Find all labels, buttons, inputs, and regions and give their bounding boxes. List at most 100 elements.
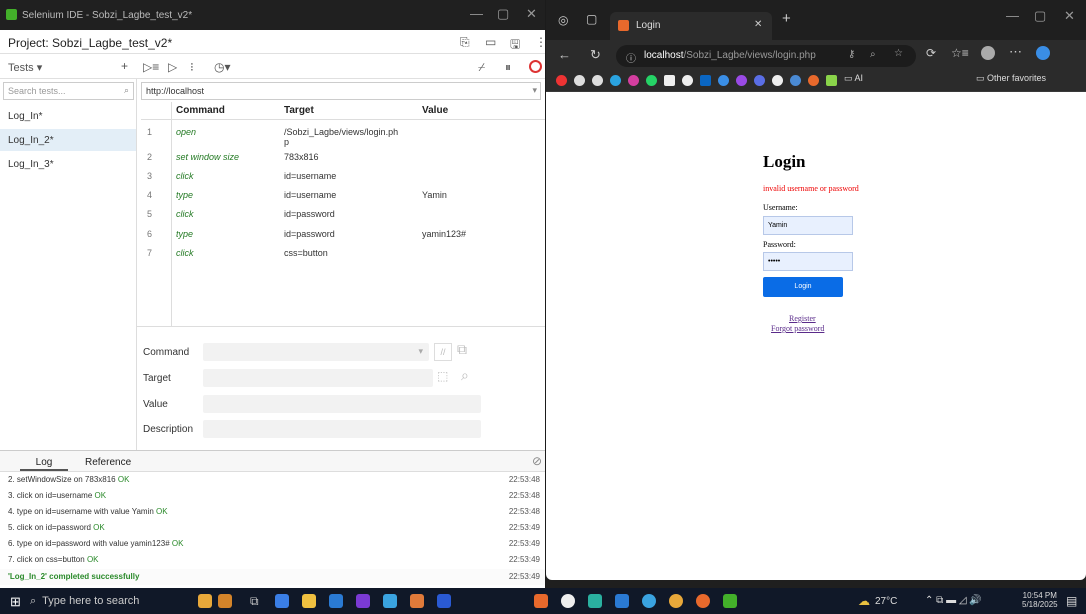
disable-breakpoints-icon[interactable]: ⌿: [478, 60, 485, 75]
windows-start-icon[interactable]: ⊞: [10, 594, 21, 610]
clear-log-icon[interactable]: ⊘: [532, 454, 542, 468]
test-item-log-in-3[interactable]: Log_In_3*: [0, 153, 136, 175]
project-name[interactable]: Project: Sobzi_Lagbe_test_v2*: [8, 36, 172, 50]
refresh-icon[interactable]: ↻: [590, 47, 601, 63]
table-row[interactable]: 1 open /Sobzi_Lagbe/views/login.ph p: [141, 124, 545, 148]
key-icon[interactable]: ⚷: [848, 49, 855, 60]
chrome-icon[interactable]: [669, 594, 683, 608]
widget-icon[interactable]: [198, 594, 212, 608]
selenium-taskbar-icon[interactable]: [723, 594, 737, 608]
notification-icon[interactable]: ▤: [1066, 594, 1077, 608]
new-project-icon[interactable]: ⎘: [460, 35, 470, 50]
google-2-icon[interactable]: [592, 75, 603, 86]
login-button[interactable]: Login: [763, 277, 843, 297]
table-row[interactable]: 3 click id=username: [141, 171, 545, 189]
value-input[interactable]: [203, 395, 481, 413]
system-tray-icons[interactable]: ⌃ ⧉ ▬ ◿ 🔊: [925, 595, 982, 606]
vscode-icon[interactable]: [615, 594, 629, 608]
app-3-icon[interactable]: [534, 594, 548, 608]
telegram-icon[interactable]: [610, 75, 621, 86]
username-input[interactable]: Yamin: [763, 216, 853, 235]
open-reference-icon[interactable]: ⧉: [457, 341, 477, 361]
task-view-icon[interactable]: ⧉: [250, 594, 259, 609]
forgot-password-link[interactable]: Forgot password: [771, 324, 824, 333]
favorites-icon[interactable]: ☆≡: [951, 46, 969, 60]
add-test-icon[interactable]: +: [121, 59, 128, 73]
firefox-icon[interactable]: [696, 594, 710, 608]
tab-reference[interactable]: Reference: [85, 457, 131, 468]
test-item-log-in-2[interactable]: Log_In_2*: [0, 129, 136, 151]
speed-icon[interactable]: ◷▾: [214, 60, 231, 74]
save-project-icon[interactable]: 🖫: [510, 35, 520, 56]
search-tests-input[interactable]: Search tests... ⌕: [3, 82, 134, 100]
folder-ai[interactable]: ▭ AI: [844, 73, 863, 84]
new-tab-icon[interactable]: +: [782, 10, 791, 27]
bookmark-4-icon[interactable]: [790, 75, 801, 86]
more-icon[interactable]: ⋮: [535, 35, 545, 49]
edge-icon[interactable]: [642, 594, 656, 608]
app-icon[interactable]: [383, 594, 397, 608]
word-icon[interactable]: [437, 594, 451, 608]
site-info-icon[interactable]: ⓘ: [626, 50, 636, 65]
register-link[interactable]: Register: [789, 314, 816, 323]
run-all-icon[interactable]: ▷≡: [143, 60, 159, 74]
zoom-icon[interactable]: ⌕: [870, 49, 876, 60]
linkedin-icon[interactable]: [700, 75, 711, 86]
url-input[interactable]: ⓘ localhost/Sobzi_Lagbe/views/login.php …: [616, 45, 916, 67]
table-row[interactable]: 5 click id=password: [141, 209, 545, 227]
password-input[interactable]: •••••: [763, 252, 853, 271]
table-row[interactable]: 7 click css=button: [141, 248, 545, 266]
extensions-icon[interactable]: ⟳: [926, 46, 936, 60]
instagram-icon[interactable]: [628, 75, 639, 86]
minimize-icon[interactable]: —: [1006, 8, 1019, 23]
chatgpt-icon[interactable]: [772, 75, 783, 86]
maximize-icon[interactable]: ▢: [497, 6, 509, 22]
app-2-icon[interactable]: [410, 594, 424, 608]
minimize-icon[interactable]: —: [470, 6, 483, 21]
play-icon[interactable]: [808, 75, 819, 86]
more-icon[interactable]: ⋯: [1009, 44, 1022, 60]
tests-dropdown[interactable]: Tests ▾: [8, 61, 42, 74]
close-icon[interactable]: ✕: [526, 6, 537, 22]
bookmark-2-icon[interactable]: [736, 75, 747, 86]
app-5-icon[interactable]: [588, 594, 602, 608]
bookmark-3-icon[interactable]: [754, 75, 765, 86]
record-icon[interactable]: [529, 60, 542, 73]
base-url-input[interactable]: http://localhost ▾: [141, 82, 541, 100]
youtube-icon[interactable]: [556, 75, 567, 86]
copilot-icon[interactable]: [1036, 46, 1050, 60]
table-row[interactable]: 6 type id=password yamin123#: [141, 229, 545, 247]
bookmark-icon[interactable]: [718, 75, 729, 86]
visual-studio-icon[interactable]: [356, 594, 370, 608]
avatar[interactable]: [981, 46, 995, 60]
comment-icon[interactable]: //: [434, 343, 452, 361]
step-icon[interactable]: ⁝: [190, 60, 194, 74]
x-icon[interactable]: [664, 75, 675, 86]
weather-temp[interactable]: 27°C: [875, 596, 897, 607]
close-icon[interactable]: ✕: [1064, 8, 1075, 24]
favorite-star-icon[interactable]: ☆: [894, 48, 903, 59]
close-tab-icon[interactable]: ✕: [754, 19, 762, 30]
maximize-icon[interactable]: ▢: [1034, 8, 1046, 24]
edge-taskbar-icon[interactable]: [275, 594, 289, 608]
github-icon[interactable]: [682, 75, 693, 86]
pause-exceptions-icon[interactable]: ⏸: [505, 60, 511, 75]
tab-log[interactable]: Log: [20, 453, 68, 471]
news-icon[interactable]: [218, 594, 232, 608]
clock[interactable]: 10:54 PM 5/18/2025: [1022, 591, 1058, 609]
tab-actions-icon[interactable]: ▢: [586, 12, 597, 26]
app-4-icon[interactable]: [561, 594, 575, 608]
select-target-icon[interactable]: ⬚: [437, 369, 448, 383]
tab-login[interactable]: Login ✕: [610, 12, 772, 40]
find-target-icon[interactable]: ⌕: [461, 367, 469, 384]
open-project-icon[interactable]: ▭: [485, 35, 496, 49]
outlook-icon[interactable]: [329, 594, 343, 608]
file-explorer-icon[interactable]: [302, 594, 316, 608]
run-test-icon[interactable]: ▷: [168, 60, 177, 74]
google-icon[interactable]: [574, 75, 585, 86]
table-row[interactable]: 2 set window size 783x816: [141, 152, 545, 170]
target-input[interactable]: [203, 369, 433, 387]
command-input[interactable]: ▾: [203, 343, 429, 361]
test-item-log-in[interactable]: Log_In*: [0, 105, 136, 127]
back-icon[interactable]: ←: [558, 47, 571, 62]
